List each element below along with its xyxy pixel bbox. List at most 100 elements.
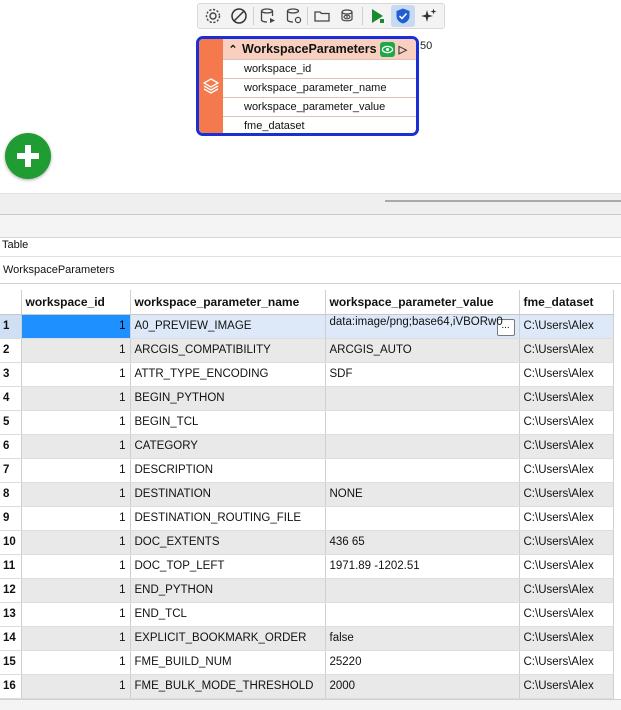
cell-workspace-id[interactable]: 1 [21,314,131,339]
inspect-icon[interactable] [336,5,360,27]
row-number[interactable]: 13 [0,602,22,627]
cell-parameter-value[interactable]: SDF [325,362,520,387]
row-number[interactable]: 3 [0,362,22,387]
gear-icon[interactable] [201,5,225,27]
database-run-icon[interactable] [256,5,280,27]
cell-parameter-name[interactable]: END_TCL [130,602,326,627]
horizontal-scrollbar[interactable] [0,699,621,710]
cell-parameter-value[interactable] [325,434,520,459]
splitter-handle[interactable] [385,200,621,202]
cell-workspace-id[interactable]: 1 [21,410,131,435]
cell-parameter-name[interactable]: BEGIN_TCL [130,410,326,435]
cell-parameter-name[interactable]: FME_BUILD_NUM [130,650,326,675]
cell-parameter-name[interactable]: DESCRIPTION [130,458,326,483]
row-number[interactable]: 2 [0,338,22,363]
cell-parameter-name[interactable]: DOC_TOP_LEFT [130,554,326,579]
table-row[interactable]: 6 1 CATEGORY C:\Users\Alex [0,434,614,459]
row-number[interactable]: 12 [0,578,22,603]
cell-parameter-name[interactable]: DESTINATION_ROUTING_FILE [130,506,326,531]
cell-fme-dataset[interactable]: C:\Users\Alex [519,554,614,579]
table-row[interactable]: 3 1 ATTR_TYPE_ENCODING SDF C:\Users\Alex [0,362,614,387]
table-row[interactable]: 11 1 DOC_TOP_LEFT 1971.89 -1202.51 C:\Users\… [0,554,614,579]
cell-parameter-value[interactable]: false [325,626,520,651]
cell-fme-dataset[interactable]: C:\Users\Alex [519,458,614,483]
cell-fme-dataset[interactable]: C:\Users\Alex [519,578,614,603]
cell-parameter-value[interactable] [325,578,520,603]
workspace-canvas[interactable]: ⌃ WorkspaceParameters ▷ workspace_id wor… [0,0,621,193]
table-row[interactable]: 7 1 DESCRIPTION C:\Users\Alex [0,458,614,483]
cell-workspace-id[interactable]: 1 [21,458,131,483]
cell-parameter-name[interactable]: END_PYTHON [130,578,326,603]
cell-parameter-value[interactable]: 25220 [325,650,520,675]
cell-workspace-id[interactable]: 1 [21,386,131,411]
table-row[interactable]: 9 1 DESTINATION_ROUTING_FILE C:\Users\Alex [0,506,614,531]
add-transformer-button[interactable] [5,133,51,179]
transformer-node[interactable]: ⌃ WorkspaceParameters ▷ workspace_id wor… [196,36,419,136]
table-row[interactable]: 16 1 FME_BULK_MODE_THRESHOLD 2000 C:\Users\A… [0,674,614,699]
cell-parameter-value[interactable]: ... data:image/png;base64,iVBORw0 [325,314,520,339]
column-header[interactable]: fme_dataset [519,290,614,315]
cell-fme-dataset[interactable]: C:\Users\Alex [519,362,614,387]
data-table[interactable]: workspace_id workspace_parameter_name wo… [0,290,621,709]
cell-fme-dataset[interactable]: C:\Users\Alex [519,530,614,555]
eye-icon[interactable] [379,41,395,57]
disable-icon[interactable] [227,5,251,27]
cell-workspace-id[interactable]: 1 [21,674,131,699]
row-number[interactable]: 15 [0,650,22,675]
row-number[interactable]: 8 [0,482,22,507]
row-number[interactable]: 4 [0,386,22,411]
cell-fme-dataset[interactable]: C:\Users\Alex [519,434,614,459]
row-number[interactable]: 6 [0,434,22,459]
row-number[interactable]: 16 [0,674,22,699]
shield-icon[interactable] [391,5,416,27]
cell-parameter-value[interactable]: ARCGIS_AUTO [325,338,520,363]
row-number[interactable]: 9 [0,506,22,531]
row-number[interactable]: 10 [0,530,22,555]
cell-fme-dataset[interactable]: C:\Users\Alex [519,602,614,627]
cell-workspace-id[interactable]: 1 [21,362,131,387]
row-number[interactable]: 14 [0,626,22,651]
cell-parameter-name[interactable]: ATTR_TYPE_ENCODING [130,362,326,387]
row-number[interactable]: 7 [0,458,22,483]
cell-parameter-name[interactable]: A0_PREVIEW_IMAGE [130,314,326,339]
cell-workspace-id[interactable]: 1 [21,506,131,531]
play-icon[interactable]: ▷ [399,43,407,56]
run-icon[interactable] [365,5,389,27]
cell-workspace-id[interactable]: 1 [21,434,131,459]
cell-parameter-name[interactable]: BEGIN_PYTHON [130,386,326,411]
cell-workspace-id[interactable]: 1 [21,530,131,555]
cell-parameter-value[interactable] [325,410,520,435]
collapse-caret-icon[interactable]: ⌃ [226,43,240,56]
table-row[interactable]: 5 1 BEGIN_TCL C:\Users\Alex [0,410,614,435]
database-settings-icon[interactable] [282,5,306,27]
cell-parameter-value[interactable]: NONE [325,482,520,507]
cell-parameter-name[interactable]: EXPLICIT_BOOKMARK_ORDER [130,626,326,651]
cell-parameter-value[interactable]: 1971.89 -1202.51 [325,554,520,579]
row-number[interactable]: 11 [0,554,22,579]
table-row[interactable]: 15 1 FME_BUILD_NUM 25220 C:\Users\Alex [0,650,614,675]
cell-parameter-value[interactable] [325,602,520,627]
cell-fme-dataset[interactable]: C:\Users\Alex [519,506,614,531]
folder-icon[interactable] [310,5,334,27]
row-number[interactable]: 5 [0,410,22,435]
cell-parameter-value[interactable] [325,386,520,411]
table-row[interactable]: 8 1 DESTINATION NONE C:\Users\Alex [0,482,614,507]
column-header[interactable]: workspace_parameter_name [130,290,326,315]
cell-parameter-name[interactable]: DESTINATION [130,482,326,507]
cell-fme-dataset[interactable]: C:\Users\Alex [519,650,614,675]
column-header[interactable]: workspace_parameter_value [325,290,520,315]
row-number[interactable]: 1 [0,314,22,339]
cell-workspace-id[interactable]: 1 [21,626,131,651]
table-row[interactable]: 4 1 BEGIN_PYTHON C:\Users\Alex [0,386,614,411]
cell-parameter-name[interactable]: DOC_EXTENTS [130,530,326,555]
column-header[interactable]: workspace_id [21,290,131,315]
cell-fme-dataset[interactable]: C:\Users\Alex [519,386,614,411]
table-row[interactable]: 13 1 END_TCL C:\Users\Alex [0,602,614,627]
table-row[interactable]: 12 1 END_PYTHON C:\Users\Alex [0,578,614,603]
cell-workspace-id[interactable]: 1 [21,650,131,675]
cell-parameter-name[interactable]: CATEGORY [130,434,326,459]
cell-fme-dataset[interactable]: C:\Users\Alex [519,626,614,651]
cell-parameter-value[interactable]: 436 65 [325,530,520,555]
cell-workspace-id[interactable]: 1 [21,578,131,603]
cell-workspace-id[interactable]: 1 [21,482,131,507]
